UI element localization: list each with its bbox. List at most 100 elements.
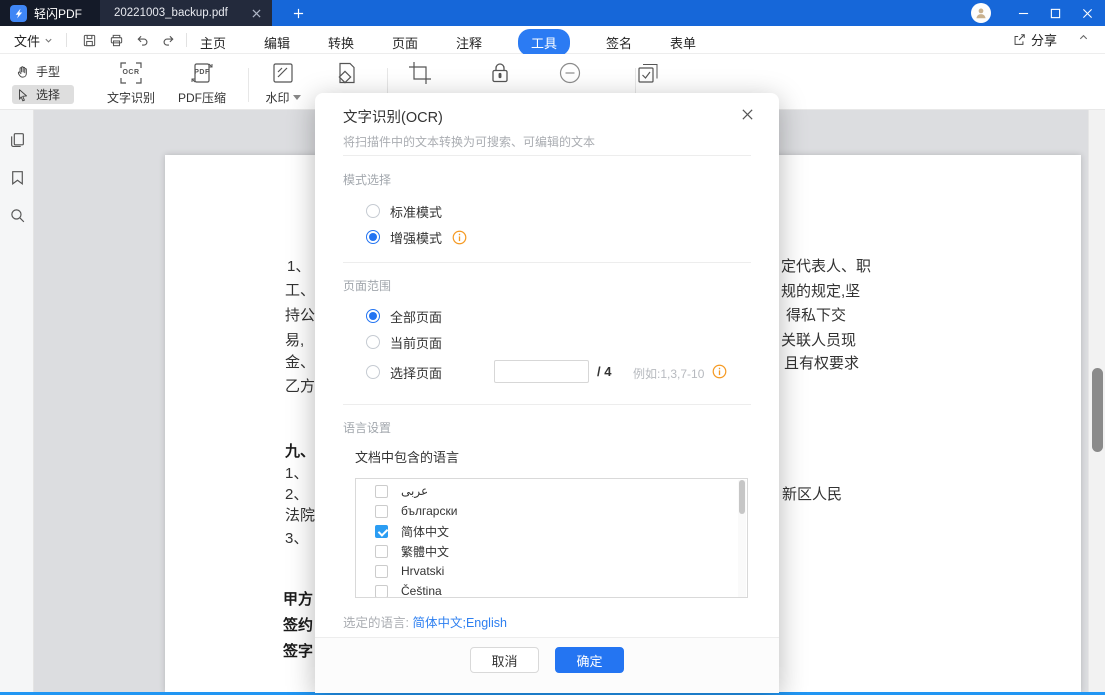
flatten-tool[interactable] — [616, 60, 680, 86]
language-option-traditional-chinese[interactable]: 繁體中文 — [356, 541, 747, 561]
maximize-button[interactable] — [1039, 0, 1071, 26]
doc-text: 金、 — [285, 354, 316, 371]
doc-text: 持公 — [285, 307, 316, 324]
print-button[interactable] — [105, 30, 127, 50]
close-window-button[interactable] — [1071, 0, 1103, 26]
language-option-arabic[interactable]: عربى — [356, 481, 747, 501]
compress-tool-label: PDF压缩 — [177, 91, 226, 105]
checkbox-icon — [638, 64, 658, 83]
select-tool[interactable]: 选择 — [12, 85, 74, 104]
mode-section-label: 模式选择 — [343, 173, 392, 187]
menubar-separator — [186, 33, 187, 47]
doc-text: 法院 — [285, 507, 316, 524]
file-menu[interactable]: 文件 — [14, 30, 53, 50]
thumbnails-panel-button[interactable] — [8, 130, 26, 148]
redo-button[interactable] — [157, 30, 179, 50]
document-eraser-icon — [338, 62, 355, 84]
radio-icon — [366, 335, 380, 349]
hand-icon — [17, 65, 27, 78]
tab-page[interactable]: 页面 — [390, 29, 420, 56]
share-button[interactable]: 分享 — [1012, 30, 1057, 49]
language-option-simplified-chinese[interactable]: 简体中文 — [356, 521, 747, 541]
doc-text: 且有权要求 — [784, 355, 860, 372]
checkbox-icon — [375, 564, 388, 578]
minimize-button[interactable] — [1007, 0, 1039, 26]
listbox-scrollbar[interactable] — [738, 480, 746, 597]
doc-text: 九、 — [285, 443, 316, 460]
compress-tool[interactable]: PDF PDF压缩 — [170, 60, 234, 106]
doc-text: 得私下交 — [786, 307, 847, 324]
selected-languages-value[interactable]: 简体中文;English — [412, 616, 506, 630]
tab-sign[interactable]: 签名 — [604, 29, 634, 56]
doc-text: 新区人民 — [782, 486, 843, 503]
doc-text: 签约 — [283, 617, 314, 634]
search-panel-button[interactable] — [8, 206, 26, 224]
divider — [343, 155, 751, 156]
confirm-button[interactable]: 确定 — [555, 647, 624, 673]
tab-annotate[interactable]: 注释 — [454, 29, 484, 56]
cancel-button[interactable]: 取消 — [470, 647, 539, 673]
tab-edit[interactable]: 编辑 — [262, 29, 292, 56]
left-sidebar — [0, 110, 34, 693]
crop-tool[interactable] — [388, 60, 452, 86]
tab-close-icon[interactable] — [248, 5, 264, 21]
new-tab-button[interactable] — [288, 4, 308, 22]
info-icon[interactable] — [712, 364, 727, 379]
file-menu-label: 文件 — [14, 33, 41, 49]
dialog-title: 文字识别(OCR) — [343, 110, 443, 126]
language-option-croatian[interactable]: Hrvatski — [356, 561, 747, 581]
encrypt-tool[interactable] — [468, 60, 532, 86]
doc-text: 关联人员现 — [781, 332, 857, 349]
language-option-czech[interactable]: Čeština — [356, 581, 747, 597]
doc-text: 1、 — [285, 465, 309, 482]
remove-tool[interactable] — [538, 60, 602, 86]
radio-enhanced-mode[interactable]: 增强模式 — [366, 229, 467, 246]
titlebar: 轻闪PDF 20221003_backup.pdf — [0, 0, 1105, 26]
total-pages: / 4 — [597, 364, 612, 379]
page-range-input[interactable] — [494, 360, 589, 383]
watermark-icon — [273, 63, 293, 83]
page-eraser-tool[interactable] — [315, 60, 379, 86]
select-tool-label: 选择 — [36, 88, 61, 102]
app-logo-icon — [10, 4, 27, 22]
menubar-separator — [66, 33, 67, 47]
crop-icon — [409, 62, 431, 84]
scrollbar-thumb[interactable] — [1092, 368, 1103, 452]
undo-button[interactable] — [131, 30, 153, 50]
radio-all-pages[interactable]: 全部页面 — [366, 308, 442, 325]
tab-form[interactable]: 表单 — [668, 29, 698, 56]
language-section-label: 语言设置 — [343, 421, 392, 435]
info-icon[interactable] — [452, 230, 467, 245]
radio-standard-mode[interactable]: 标准模式 — [366, 203, 442, 220]
checkbox-icon — [375, 584, 388, 597]
tab-home[interactable]: 主页 — [198, 29, 228, 56]
vertical-scrollbar[interactable] — [1088, 110, 1105, 693]
listbox-scrollbar-thumb[interactable] — [739, 480, 745, 514]
radio-current-page[interactable]: 当前页面 — [366, 334, 442, 351]
dialog-close-button[interactable] — [737, 104, 757, 124]
doc-text: 乙方 — [285, 378, 316, 395]
save-button[interactable] — [78, 30, 100, 50]
watermark-tool[interactable]: 水印 — [251, 60, 315, 106]
radio-select-pages[interactable]: 选择页面 / 4 例如:1,3,7-10 — [366, 360, 727, 383]
doc-text: 规的规定,坚 — [781, 283, 861, 300]
doc-text: 甲方 — [283, 591, 314, 608]
language-option-bulgarian[interactable]: български — [356, 501, 747, 521]
ocr-icon: OCR — [118, 60, 144, 86]
range-section-label: 页面范围 — [343, 279, 392, 293]
document-tab[interactable]: 20221003_backup.pdf — [100, 0, 272, 26]
language-listbox[interactable]: عربى български 简体中文 繁體中文 Hrvatski Češtin… — [355, 478, 748, 598]
user-avatar[interactable] — [971, 3, 991, 23]
doc-text: 工、 — [285, 282, 316, 299]
tab-convert[interactable]: 转换 — [326, 29, 356, 56]
ocr-dialog: 文字识别(OCR) 将扫描件中的文本转换为可搜索、可编辑的文本 模式选择 标准模… — [315, 93, 779, 693]
bookmarks-panel-button[interactable] — [8, 168, 26, 186]
watermark-tool-label: 水印 — [265, 89, 301, 106]
collapse-toolbar-button[interactable] — [1078, 32, 1089, 43]
checkbox-icon — [375, 544, 388, 558]
ocr-tool[interactable]: OCR 文字识别 — [99, 60, 163, 106]
hand-tool[interactable]: 手型 — [12, 62, 74, 81]
app-name: 轻闪PDF — [34, 6, 83, 21]
doc-text: 签字 — [283, 643, 314, 660]
tab-tools[interactable]: 工具 — [518, 29, 571, 56]
